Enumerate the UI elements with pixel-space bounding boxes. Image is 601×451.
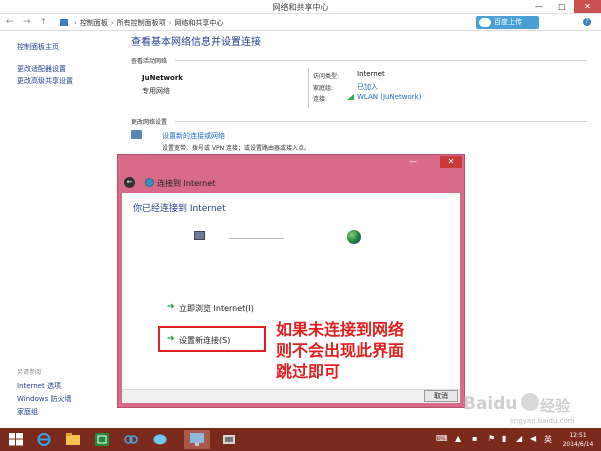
highlight-box <box>158 326 266 352</box>
change-settings-label: 更改网络设置 <box>131 119 168 126</box>
baidu-upload-button[interactable]: 百度上传 <box>476 16 539 29</box>
wifi-icon[interactable]: ◢ <box>516 434 522 443</box>
setup-description: 设置宽带、拨号或 VPN 连接；或设置路由器或接入点。 <box>162 145 311 152</box>
breadcrumb-sep: › <box>168 19 172 27</box>
minimize-button[interactable]: — <box>528 0 550 13</box>
access-type-label: 访问类型: <box>313 73 340 80</box>
address-bar: ← → ↑ › 控制面板 › 所有控制面板项 › 网络和共享中心 百度上传 ? <box>0 14 601 31</box>
close-button[interactable]: ✕ <box>574 0 601 13</box>
breadcrumb-sep: › <box>74 19 77 27</box>
arrow-right-icon: ➜ <box>167 302 175 312</box>
maximize-button[interactable]: □ <box>551 0 573 13</box>
folder-icon <box>66 433 80 445</box>
internet-globe-icon <box>347 230 361 244</box>
annotation-line: 如果未连接到网络 <box>276 320 405 339</box>
control-panel-home-link[interactable]: 控制面板主页 <box>17 42 59 52</box>
dialog-minimize-button[interactable]: — <box>409 157 417 166</box>
window-title: 网络和共享中心 <box>272 3 329 12</box>
control-panel-icon <box>60 19 68 26</box>
dialog-back-button[interactable]: ← <box>124 177 135 188</box>
windows-firewall-link[interactable]: Windows 防火墙 <box>17 394 71 404</box>
internet-explorer-icon <box>37 433 51 446</box>
taskbar-app[interactable] <box>216 430 242 449</box>
breadcrumb: › 控制面板 › 所有控制面板项 › 网络和共享中心 <box>60 18 223 28</box>
battery-icon[interactable]: ▮ <box>502 434 506 443</box>
setup-connection-link[interactable]: 设置新的连接或网络 <box>162 131 225 141</box>
flag-icon[interactable]: ⚑ <box>488 434 495 443</box>
connection-name: WLAN (JuNetwork) <box>357 93 422 101</box>
start-button[interactable] <box>3 430 29 449</box>
title-bar: 网络和共享中心 — □ ✕ <box>0 0 601 14</box>
chat-cloud-icon <box>153 434 167 445</box>
clock-date: 2014/6/14 <box>562 441 594 448</box>
network-type: 专用网络 <box>142 87 170 95</box>
baidu-cloud-icon <box>124 435 138 444</box>
watermark-brand: Baidu <box>463 394 518 414</box>
upload-label: 百度上传 <box>494 18 522 26</box>
help-icon[interactable]: ? <box>583 18 591 26</box>
app-icon <box>223 435 235 444</box>
active-networks-label: 查看活动网络 <box>131 58 168 65</box>
taskbar-baidu-cloud[interactable] <box>118 430 144 449</box>
chevron-up-icon[interactable]: ▲ <box>455 434 461 443</box>
excel-icon <box>95 433 109 446</box>
network-name: JuNetwork <box>142 74 183 82</box>
keyboard-icon[interactable]: ⌨ <box>436 434 448 443</box>
connection-value-link[interactable]: WLAN (JuNetwork) <box>347 93 421 101</box>
homegroup-value-link[interactable]: 已加入 <box>357 82 378 92</box>
clock-time: 12:51 <box>569 432 587 439</box>
connection-line <box>229 238 284 239</box>
computer-icon <box>194 231 205 240</box>
taskbar-excel[interactable] <box>89 430 115 449</box>
homegroup-label: 家庭组: <box>313 85 334 92</box>
back-button[interactable]: ← <box>6 17 14 27</box>
see-also-label: 另请参阅 <box>17 369 42 376</box>
dialog-close-button[interactable]: ✕ <box>440 156 462 168</box>
taskbar-control-panel[interactable] <box>184 430 210 449</box>
monitor-icon <box>190 433 204 446</box>
internet-options-link[interactable]: Internet 选项 <box>17 381 61 391</box>
forward-button[interactable]: → <box>23 17 31 27</box>
windows-logo-icon <box>9 433 23 446</box>
dialog-footer <box>122 389 460 403</box>
taskbar-explorer[interactable] <box>60 430 86 449</box>
homegroup-link[interactable]: 家庭组 <box>17 407 38 417</box>
connection-label: 连接: <box>313 96 328 103</box>
globe-icon <box>145 178 154 187</box>
watermark-cn: 经验 <box>540 397 571 415</box>
taskbar-chat[interactable] <box>147 430 173 449</box>
cloud-icon <box>479 18 491 27</box>
breadcrumb-sep: › <box>110 19 114 27</box>
dialog-heading: 你已经连接到 Internet <box>133 204 226 214</box>
ime-indicator[interactable]: 英 <box>544 434 552 445</box>
annotation-line: 跳过即可 <box>276 362 341 381</box>
divider <box>175 121 587 122</box>
clock[interactable]: 12:51 2014/6/14 <box>556 431 600 449</box>
change-adapter-settings-link[interactable]: 更改适配器设置 <box>17 64 66 74</box>
breadcrumb-control-panel[interactable]: 控制面板 <box>80 19 108 27</box>
taskbar-ie[interactable] <box>31 430 57 449</box>
watermark-url: jingyan.baidu.com <box>510 417 575 425</box>
change-advanced-sharing-link[interactable]: 更改高级共享设置 <box>17 76 73 86</box>
volume-icon[interactable]: ◀ <box>530 434 536 443</box>
up-button[interactable]: ↑ <box>40 17 47 26</box>
dialog-title: 连接到 Internet <box>157 179 216 188</box>
breadcrumb-all-items[interactable]: 所有控制面板项 <box>117 19 166 27</box>
divider <box>175 60 587 61</box>
page-title: 查看基本网络信息并设置连接 <box>131 37 261 48</box>
annotation-line: 则不会出现此界面 <box>276 341 405 360</box>
access-type-value: Internet <box>357 70 385 78</box>
network-setup-icon <box>131 130 142 139</box>
baidu-paw-icon <box>521 393 539 411</box>
annotation-text: 如果未连接到网络 则不会出现此界面 跳过即可 <box>276 319 456 382</box>
wifi-signal-icon <box>347 94 354 100</box>
browse-internet-option[interactable]: 立即浏览 Internet(I) <box>179 303 254 314</box>
divider <box>308 68 309 108</box>
breadcrumb-network-center[interactable]: 网络和共享中心 <box>174 19 223 27</box>
cancel-button[interactable]: 取消 <box>424 390 458 402</box>
tray-app-icon[interactable]: ▪ <box>472 434 477 443</box>
